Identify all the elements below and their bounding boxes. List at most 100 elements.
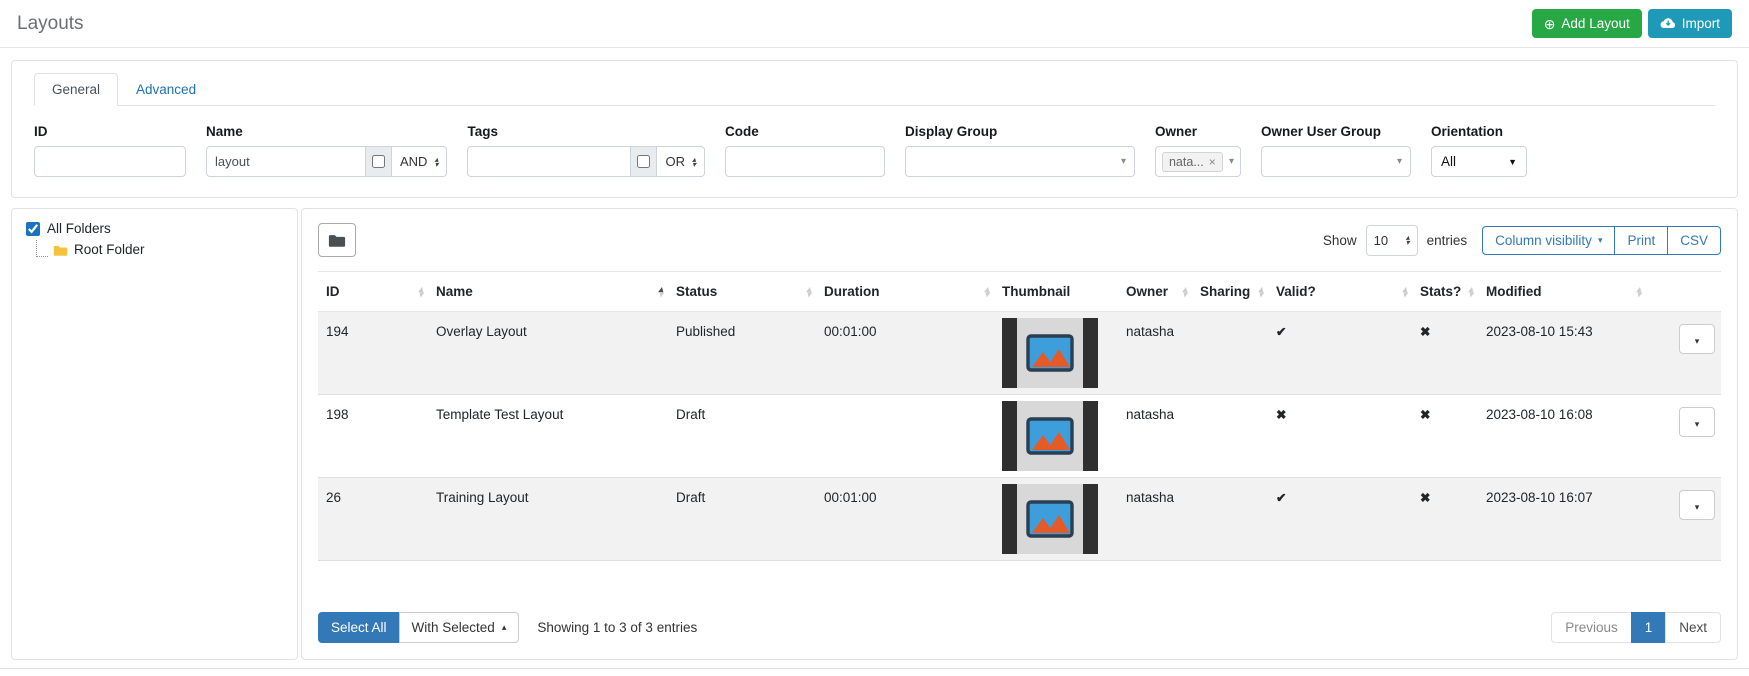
- tags-exact-checkbox[interactable]: [637, 155, 650, 168]
- updown-icon: ▴▾: [1406, 235, 1410, 245]
- image-placeholder-icon: [1017, 484, 1083, 554]
- layout-thumbnail: [1002, 401, 1098, 471]
- valid-check-icon: ✔: [1268, 478, 1412, 561]
- add-layout-button[interactable]: ⊕ Add Layout: [1532, 9, 1642, 38]
- tab-advanced[interactable]: Advanced: [118, 73, 214, 106]
- image-placeholder-icon: [1017, 318, 1083, 388]
- display-group-select[interactable]: ▾: [905, 146, 1135, 177]
- col-header-id[interactable]: ID▴▾: [318, 272, 428, 312]
- sort-icon: ▴▾: [418, 287, 423, 297]
- orientation-select[interactable]: All ▼: [1431, 146, 1527, 177]
- cell-name: Overlay Layout: [428, 312, 668, 395]
- tags-logic-value: OR: [665, 154, 685, 169]
- filter-panel: General Advanced ID Name AND ▴▾ Tags: [11, 60, 1738, 198]
- valid-x-icon: ✖: [1268, 395, 1412, 478]
- display-group-label: Display Group: [905, 124, 1135, 139]
- cell-id: 198: [318, 395, 428, 478]
- col-header-name[interactable]: Name▴▾: [428, 272, 668, 312]
- cell-sharing: [1192, 395, 1268, 478]
- page-size-value: 10: [1374, 233, 1388, 248]
- name-input[interactable]: [206, 146, 366, 177]
- cell-duration: [816, 395, 994, 478]
- name-logic-select[interactable]: AND ▴▾: [392, 146, 447, 177]
- updown-icon: ▴▾: [434, 157, 438, 167]
- owner-user-group-select[interactable]: ▾: [1261, 146, 1411, 177]
- select-all-button[interactable]: Select All: [318, 612, 400, 643]
- plus-circle-icon: ⊕: [1544, 17, 1556, 31]
- col-header-thumbnail: Thumbnail: [994, 272, 1118, 312]
- cell-status: Draft: [668, 478, 816, 561]
- tags-exact-addon: [631, 146, 657, 177]
- cloud-download-icon: [1660, 17, 1676, 30]
- pagination-next-button[interactable]: Next: [1665, 612, 1721, 643]
- sort-icon: ▴▾: [1182, 287, 1187, 297]
- name-exact-checkbox[interactable]: [372, 155, 385, 168]
- col-header-owner[interactable]: Owner▴▾: [1118, 272, 1192, 312]
- code-input[interactable]: [725, 146, 885, 177]
- caret-down-icon: ▾: [1598, 235, 1603, 246]
- table-row: 194 Overlay Layout Published 00:01:00: [318, 312, 1721, 395]
- layout-thumbnail: [1002, 318, 1098, 388]
- table-header-row: ID▴▾ Name▴▾ Status▴▾ Duration▴▾ Thumbnai…: [318, 272, 1721, 312]
- add-layout-label: Add Layout: [1561, 16, 1629, 31]
- import-button[interactable]: Import: [1648, 9, 1732, 38]
- filter-field-code: Code: [725, 124, 885, 177]
- stats-x-icon: ✖: [1412, 312, 1478, 395]
- valid-check-icon: ✔: [1268, 312, 1412, 395]
- name-exact-addon: [366, 146, 392, 177]
- tags-input[interactable]: [467, 146, 631, 177]
- cell-sharing: [1192, 312, 1268, 395]
- folder-icon: [53, 244, 68, 257]
- tree-connector: [36, 240, 48, 257]
- id-input[interactable]: [34, 146, 186, 177]
- name-label: Name: [206, 124, 447, 139]
- pagination-previous-button[interactable]: Previous: [1551, 612, 1632, 643]
- col-header-duration[interactable]: Duration▴▾: [816, 272, 994, 312]
- remove-owner-icon[interactable]: ×: [1209, 155, 1216, 169]
- showing-entries-text: Showing 1 to 3 of 3 entries: [537, 620, 697, 635]
- sort-icon: ▴▾: [1258, 287, 1263, 297]
- page-bottom-divider: [0, 668, 1749, 669]
- filter-field-owner-user-group: Owner User Group ▾: [1261, 124, 1411, 177]
- select2-caret-icon: ▾: [1229, 156, 1234, 167]
- row-actions-button[interactable]: ▾: [1679, 407, 1715, 437]
- tags-logic-select[interactable]: OR ▴▾: [657, 146, 705, 177]
- table-toolbar: Show 10 ▴▾ entries Column visibility ▾ P…: [318, 223, 1721, 257]
- col-header-valid[interactable]: Valid?▴▾: [1268, 272, 1412, 312]
- col-header-status[interactable]: Status▴▾: [668, 272, 816, 312]
- print-button[interactable]: Print: [1614, 226, 1668, 255]
- filter-field-id: ID: [34, 124, 186, 177]
- filter-field-name: Name AND ▴▾: [206, 124, 447, 177]
- row-actions-button[interactable]: ▾: [1679, 324, 1715, 354]
- col-header-modified[interactable]: Modified▴▾: [1478, 272, 1646, 312]
- sort-icon: ▴▾: [984, 287, 989, 297]
- owner-selected-value: nata...: [1169, 155, 1204, 169]
- csv-button[interactable]: CSV: [1667, 226, 1721, 255]
- with-selected-button[interactable]: With Selected ▴: [399, 612, 520, 643]
- cell-owner: natasha: [1118, 478, 1192, 561]
- page-size-select[interactable]: 10 ▴▾: [1366, 225, 1418, 256]
- cell-modified: 2023-08-10 16:07: [1478, 478, 1646, 561]
- col-header-stats[interactable]: Stats?▴▾: [1412, 272, 1478, 312]
- table-row: 198 Template Test Layout Draft: [318, 395, 1721, 478]
- cell-modified: 2023-08-10 16:08: [1478, 395, 1646, 478]
- caret-down-icon: ▾: [1695, 502, 1700, 512]
- sort-icon: ▴▾: [1402, 287, 1407, 297]
- pagination-page-1-button[interactable]: 1: [1631, 612, 1667, 643]
- layout-thumbnail: [1002, 484, 1098, 554]
- table-footer: Select All With Selected ▴ Showing 1 to …: [318, 596, 1721, 643]
- owner-select[interactable]: nata... × ▾: [1155, 146, 1241, 177]
- column-visibility-button[interactable]: Column visibility ▾: [1482, 226, 1615, 255]
- caret-down-icon: ▾: [1695, 419, 1700, 429]
- export-button-group: Column visibility ▾ Print CSV: [1482, 226, 1721, 255]
- all-folders-checkbox[interactable]: [26, 222, 40, 236]
- cell-name: Template Test Layout: [428, 395, 668, 478]
- filter-field-display-group: Display Group ▾: [905, 124, 1135, 177]
- col-header-sharing[interactable]: Sharing▴▾: [1192, 272, 1268, 312]
- row-actions-button[interactable]: ▾: [1679, 490, 1715, 520]
- root-folder-label: Root Folder: [74, 242, 145, 257]
- tree-item-root-folder[interactable]: Root Folder: [36, 240, 283, 257]
- tab-general[interactable]: General: [34, 73, 118, 106]
- folder-tree-toggle-button[interactable]: [318, 223, 356, 257]
- cell-id: 26: [318, 478, 428, 561]
